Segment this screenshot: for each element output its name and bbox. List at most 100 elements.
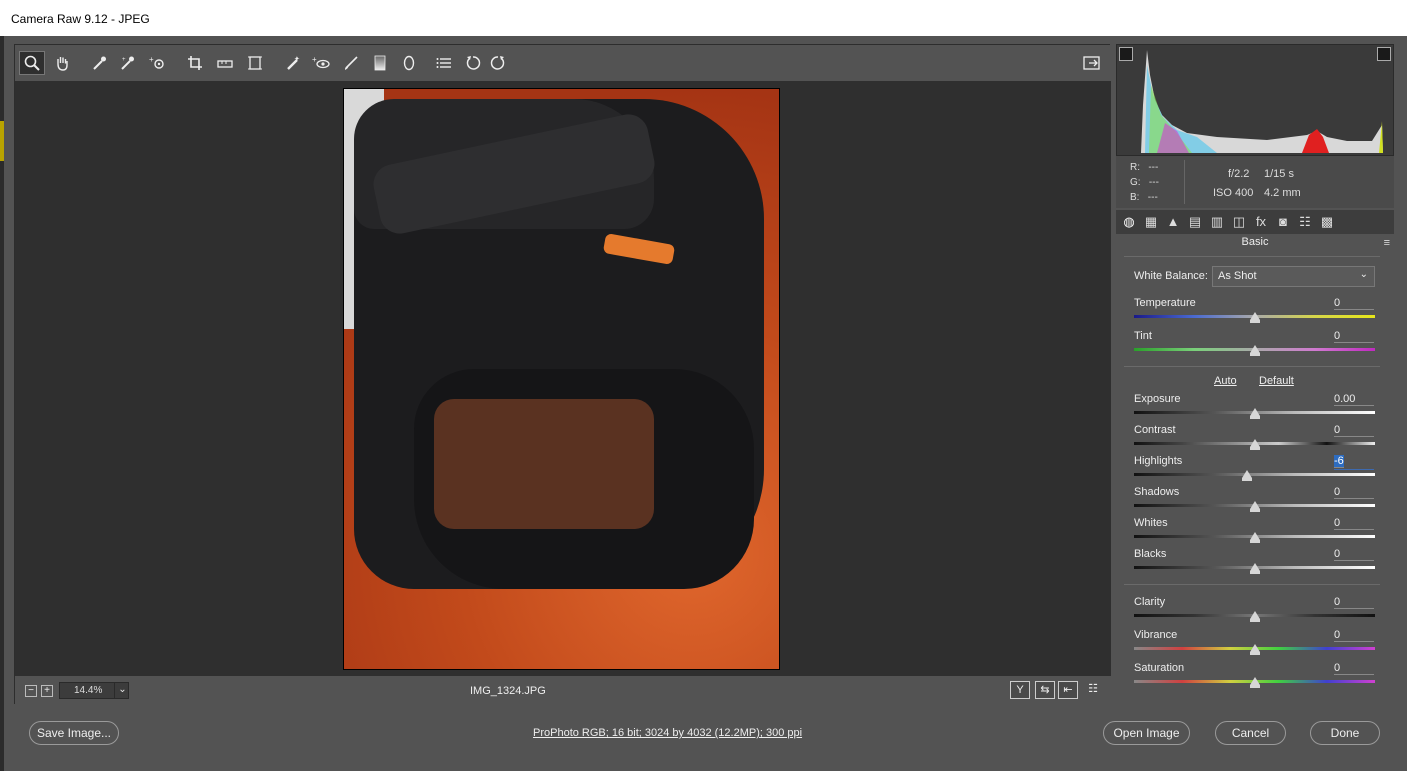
window-titlebar: Camera Raw 9.12 - JPEG xyxy=(0,0,1407,36)
spot-removal-tool-icon[interactable]: ✦ xyxy=(280,51,306,75)
adjustment-brush-icon[interactable] xyxy=(338,51,364,75)
highlights-slider-thumb[interactable] xyxy=(1242,470,1253,481)
save-image-button[interactable]: Save Image... xyxy=(29,721,119,745)
highlights-label: Highlights xyxy=(1134,455,1183,467)
saturation-slider-thumb[interactable] xyxy=(1249,677,1260,688)
tab-tone-curve-icon[interactable]: ▦ xyxy=(1142,213,1160,231)
open-image-button[interactable]: Open Image xyxy=(1103,721,1190,745)
tab-camera-calibration-icon[interactable]: ◙ xyxy=(1274,213,1292,231)
preview-preferences-icon[interactable]: ☷ xyxy=(1083,681,1103,699)
radial-filter-icon[interactable] xyxy=(396,51,422,75)
saturation-label: Saturation xyxy=(1134,662,1185,674)
shutter-speed: 1/15 s xyxy=(1264,168,1294,180)
left-edge xyxy=(0,36,4,771)
swap-settings-button[interactable]: ⇆ xyxy=(1035,681,1055,699)
tab-effects-icon[interactable]: fx xyxy=(1252,213,1270,231)
white-balance-tool-icon[interactable] xyxy=(86,51,112,75)
zoom-in-button[interactable]: + xyxy=(41,685,53,697)
preferences-icon[interactable] xyxy=(431,51,457,75)
fullscreen-icon[interactable] xyxy=(1079,51,1105,75)
preview-area: + + ✦ + − + 14.4% ⌄ IMG_1324.JPG Y ⇆ ⇤ ☷ xyxy=(14,44,1111,705)
temperature-value-field[interactable]: 0 xyxy=(1334,297,1374,310)
iso: ISO 400 xyxy=(1213,187,1254,199)
saturation-value-field[interactable]: 0 xyxy=(1334,662,1374,675)
tint-slider-thumb[interactable] xyxy=(1249,345,1260,356)
contrast-label: Contrast xyxy=(1134,424,1176,436)
exposure-value-field[interactable]: 0.00 xyxy=(1334,393,1374,406)
svg-text:+: + xyxy=(149,55,154,64)
exposure-label: Exposure xyxy=(1134,393,1181,405)
whites-label: Whites xyxy=(1134,517,1168,529)
red-eye-tool-icon[interactable]: + xyxy=(308,51,334,75)
histogram-graph xyxy=(1141,50,1383,153)
edge-highlight xyxy=(0,121,4,161)
rgb-b: B: --- xyxy=(1130,192,1158,203)
photo-backpack xyxy=(354,99,764,589)
blacks-value-field[interactable]: 0 xyxy=(1334,548,1374,561)
transform-tool-icon[interactable] xyxy=(242,51,268,75)
blacks-label: Blacks xyxy=(1134,548,1167,560)
toolbar: + + ✦ + xyxy=(15,45,1111,81)
backpack-inner xyxy=(434,399,654,529)
tab-hsl-icon[interactable]: ▤ xyxy=(1186,213,1204,231)
cancel-button[interactable]: Cancel xyxy=(1215,721,1286,745)
clarity-slider-thumb[interactable] xyxy=(1249,611,1260,622)
b-label: B: xyxy=(1130,192,1140,203)
r-label: R: xyxy=(1130,162,1140,173)
default-link[interactable]: Default xyxy=(1259,375,1294,387)
vibrance-value-field[interactable]: 0 xyxy=(1334,629,1374,642)
tab-lens-icon[interactable]: ◫ xyxy=(1230,213,1248,231)
rotate-right-icon[interactable] xyxy=(485,51,511,75)
divider xyxy=(1124,366,1380,367)
tab-basic-icon[interactable]: ◍ xyxy=(1120,213,1138,231)
r-value: --- xyxy=(1148,162,1159,173)
contrast-value-field[interactable]: 0 xyxy=(1334,424,1374,437)
targeted-adjustment-tool-icon[interactable]: + xyxy=(145,51,171,75)
clarity-label: Clarity xyxy=(1134,596,1166,608)
tint-value-field[interactable]: 0 xyxy=(1334,330,1374,343)
status-bar: − + 14.4% ⌄ IMG_1324.JPG Y ⇆ ⇤ ☷ xyxy=(15,676,1111,705)
hand-tool-icon[interactable] xyxy=(49,51,75,75)
divider xyxy=(1124,256,1380,257)
right-panel: R: --- G: --- B: --- f/2.2 1/15 s ISO 40… xyxy=(1116,44,1394,704)
copy-settings-button[interactable]: ⇤ xyxy=(1058,681,1078,699)
tab-split-toning-icon[interactable]: ▥ xyxy=(1208,213,1226,231)
done-button[interactable]: Done xyxy=(1310,721,1380,745)
auto-link[interactable]: Auto xyxy=(1214,375,1237,387)
panel-menu-icon[interactable]: ≡ xyxy=(1384,237,1390,249)
rotate-left-icon[interactable] xyxy=(460,51,486,75)
before-after-button[interactable]: Y xyxy=(1010,681,1030,699)
graduated-filter-icon[interactable] xyxy=(367,51,393,75)
contrast-slider-thumb[interactable] xyxy=(1249,439,1260,450)
whites-slider-thumb[interactable] xyxy=(1249,532,1260,543)
tab-snapshots-icon[interactable]: ▩ xyxy=(1318,213,1336,231)
tint-label: Tint xyxy=(1134,330,1152,342)
image-canvas[interactable] xyxy=(15,81,1111,676)
window-title: Camera Raw 9.12 - JPEG xyxy=(11,12,150,26)
image-info: R: --- G: --- B: --- f/2.2 1/15 s ISO 40… xyxy=(1116,156,1394,208)
clarity-value-field[interactable]: 0 xyxy=(1334,596,1374,609)
aperture: f/2.2 xyxy=(1228,168,1250,180)
zoom-out-button[interactable]: − xyxy=(25,685,37,697)
straighten-tool-icon[interactable] xyxy=(212,51,238,75)
g-value: --- xyxy=(1148,177,1159,188)
svg-text:✦: ✦ xyxy=(294,55,300,63)
blacks-slider-thumb[interactable] xyxy=(1249,563,1260,574)
highlights-value-field[interactable]: -6 xyxy=(1334,455,1344,468)
white-balance-select[interactable]: As Shot ⌄ xyxy=(1212,266,1375,287)
zoom-tool-icon[interactable] xyxy=(19,51,45,75)
zoom-dropdown-icon[interactable]: ⌄ xyxy=(114,682,130,699)
workflow-options-link[interactable]: ProPhoto RGB; 16 bit; 3024 by 4032 (12.2… xyxy=(533,727,802,739)
tab-presets-icon[interactable]: ☷ xyxy=(1296,213,1314,231)
focal-length: 4.2 mm xyxy=(1264,187,1301,199)
shadows-value-field[interactable]: 0 xyxy=(1334,486,1374,499)
crop-tool-icon[interactable] xyxy=(183,51,209,75)
vibrance-slider-thumb[interactable] xyxy=(1249,644,1260,655)
whites-value-field[interactable]: 0 xyxy=(1334,517,1374,530)
temperature-slider-thumb[interactable] xyxy=(1249,312,1260,323)
color-sampler-tool-icon[interactable]: + xyxy=(114,51,140,75)
tab-detail-icon[interactable]: ▲ xyxy=(1164,213,1182,231)
shadows-slider-thumb[interactable] xyxy=(1249,501,1260,512)
exposure-slider-thumb[interactable] xyxy=(1249,408,1260,419)
highlights-slider[interactable] xyxy=(1134,473,1375,476)
